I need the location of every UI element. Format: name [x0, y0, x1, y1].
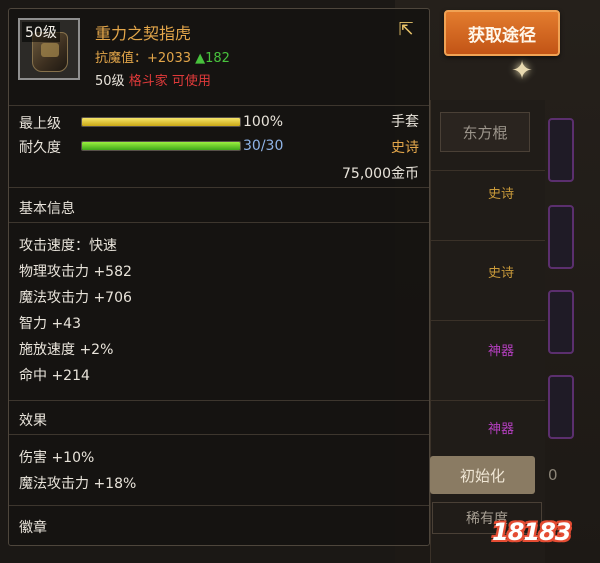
- item-icon-frame: 50级: [18, 18, 80, 80]
- upgrade-bar: [81, 117, 241, 127]
- item-tooltip: 50级 重力之契指虎 ⇱ 抗魔值：+2033 ▲182 50级 格斗家 可使用 …: [8, 8, 430, 546]
- emblem-title: 徽章: [19, 520, 47, 536]
- resist-label: 抗魔值：: [95, 51, 148, 66]
- divider: [9, 434, 429, 435]
- upgrade-bar-fill: [82, 118, 240, 126]
- list-item-grade: 史诗: [488, 187, 515, 202]
- requirement-row: 50级 格斗家 可使用: [95, 70, 211, 89]
- class-restriction: 格斗家 可使用: [128, 74, 211, 89]
- equipment-slot-icon[interactable]: [548, 290, 574, 354]
- divider: [9, 187, 429, 188]
- upgrade-label: 最上级: [19, 116, 61, 132]
- durability-bar-fill: [82, 142, 240, 150]
- equipment-slot-icon[interactable]: [548, 375, 574, 439]
- divider: [9, 222, 429, 223]
- divider: [9, 505, 429, 506]
- effect-title: 效果: [19, 413, 47, 429]
- upgrade-percent: 100%: [243, 114, 284, 130]
- item-grade: 史诗: [391, 140, 419, 156]
- durability-bar: [81, 141, 241, 151]
- item-name: 重力之契指虎: [95, 24, 192, 43]
- item-level-tag: 50级: [22, 22, 60, 42]
- stat-line: 魔法攻击力 +706: [19, 290, 132, 306]
- tab-oriental-staff[interactable]: 东方棍: [440, 112, 530, 152]
- item-price: 75,000金币: [342, 166, 419, 182]
- stat-line: 攻击速度：快速: [19, 238, 117, 254]
- list-item-grade: 史诗: [488, 266, 515, 281]
- list-divider: [430, 170, 545, 171]
- stat-line: 施放速度 +2%: [19, 342, 114, 358]
- divider: [9, 400, 429, 401]
- divider: [9, 105, 429, 106]
- effect-line: 魔法攻击力 +18%: [19, 476, 137, 492]
- equipment-slot-icon[interactable]: [548, 205, 574, 269]
- site-watermark-logo: 18183: [492, 518, 571, 546]
- magic-resist-row: 抗魔值：+2033 ▲182: [95, 47, 230, 66]
- list-divider: [430, 320, 545, 321]
- obtain-route-button[interactable]: 获取途径: [444, 10, 560, 56]
- initialize-button[interactable]: 初始化: [430, 456, 535, 494]
- effect-line: 伤害 +10%: [19, 450, 95, 466]
- list-divider: [430, 240, 545, 241]
- initialize-side-value: 0: [548, 466, 558, 484]
- stat-line: 智力 +43: [19, 316, 81, 332]
- list-item-grade: 神器: [488, 422, 515, 437]
- durability-value: 30/30: [243, 138, 284, 154]
- list-item-grade: 神器: [488, 344, 515, 359]
- basic-info-title: 基本信息: [19, 201, 75, 217]
- required-level: 50级: [95, 74, 125, 89]
- sparkle-icon: ✦: [511, 56, 533, 86]
- equipment-slot-icon[interactable]: [548, 118, 574, 182]
- list-divider: [430, 400, 545, 401]
- resist-value: +2033: [147, 51, 191, 66]
- durability-label: 耐久度: [19, 140, 61, 156]
- stat-line: 物理攻击力 +582: [19, 264, 132, 280]
- resist-increase: ▲182: [195, 51, 230, 66]
- stat-line: 命中 +214: [19, 368, 90, 384]
- share-arrow-icon[interactable]: ⇱: [395, 21, 417, 39]
- item-type: 手套: [391, 114, 419, 130]
